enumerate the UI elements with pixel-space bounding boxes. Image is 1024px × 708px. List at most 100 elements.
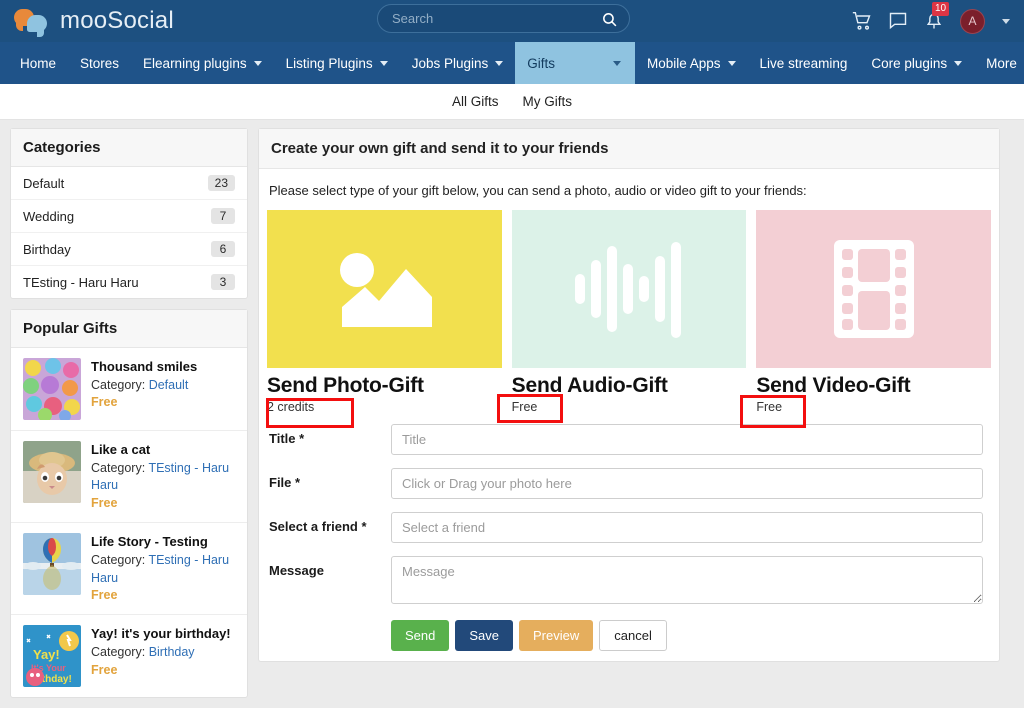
nav-item-gifts[interactable]: Gifts <box>515 42 635 84</box>
cat-photo-thumbnail <box>23 441 81 503</box>
file-label: File * <box>269 468 391 490</box>
nav-item-core-plugins[interactable]: Core plugins <box>859 42 974 84</box>
category-prefix: Category: <box>91 461 145 475</box>
message-field[interactable] <box>391 556 983 604</box>
chevron-down-icon <box>380 61 388 66</box>
nav-label: More <box>986 56 1017 71</box>
category-prefix: Category: <box>91 378 145 392</box>
gift-type-price: Free <box>512 400 747 414</box>
title-field[interactable] <box>391 424 983 455</box>
gift-title: Thousand smiles <box>91 359 197 374</box>
category-item-birthday[interactable]: Birthday 6 <box>11 233 247 266</box>
categories-title: Categories <box>11 129 247 167</box>
nav-item-elearning-plugins[interactable]: Elearning plugins <box>131 42 274 84</box>
gift-price: Free <box>91 395 117 409</box>
category-item-wedding[interactable]: Wedding 7 <box>11 200 247 233</box>
gift-price: Free <box>91 588 117 602</box>
file-field[interactable] <box>391 468 983 499</box>
popular-gifts-title: Popular Gifts <box>11 310 247 348</box>
brand-name: mooSocial <box>60 7 174 35</box>
gift-type-price: Free <box>756 400 991 414</box>
avatar[interactable]: A <box>960 9 985 34</box>
gift-type-list: Send Photo-Gift 2 credits <box>267 210 991 418</box>
gift-type-photo[interactable]: Send Photo-Gift 2 credits <box>267 210 502 414</box>
gift-type-video[interactable]: Send Video-Gift Free <box>756 210 991 414</box>
gift-type-price: 2 credits <box>267 400 502 414</box>
top-actions: 10 A <box>852 9 1010 34</box>
gift-category-link[interactable]: Birthday <box>149 645 195 659</box>
tab-my-gifts[interactable]: My Gifts <box>523 94 573 109</box>
nav-item-stores[interactable]: Stores <box>68 42 131 84</box>
gift-type-audio[interactable]: Send Audio-Gift Free <box>512 210 747 414</box>
friend-field[interactable] <box>391 512 983 543</box>
search-icon[interactable] <box>601 11 617 27</box>
nav-item-jobs-plugins[interactable]: Jobs Plugins <box>400 42 516 84</box>
category-label: Default <box>23 176 64 191</box>
category-item-testing-haru-haru[interactable]: TEsting - Haru Haru 3 <box>11 266 247 298</box>
top-bar: mooSocial 10 A <box>0 0 1024 42</box>
gift-type-title: Send Photo-Gift <box>267 374 502 398</box>
gift-price: Free <box>91 496 117 510</box>
gift-title: Life Story - Testing <box>91 534 208 549</box>
message-label: Message <box>269 556 391 578</box>
nav-label: Home <box>20 56 56 71</box>
form-row-file: File * <box>269 468 983 499</box>
search-input[interactable] <box>390 10 601 27</box>
notification-badge: 10 <box>932 2 949 16</box>
brand[interactable]: mooSocial <box>14 7 174 35</box>
category-prefix: Category: <box>91 553 145 567</box>
page-title: Create your own gift and send it to your… <box>259 129 999 169</box>
buttons-photo-thumbnail <box>23 358 81 420</box>
list-item[interactable]: Like a cat Category: TEsting - Haru Haru… <box>11 431 247 523</box>
nav-item-home[interactable]: Home <box>8 42 68 84</box>
list-item[interactable]: Yay! It's Your birthday! Yay! it's your … <box>11 615 247 697</box>
nav-label: Listing Plugins <box>286 56 373 71</box>
intro-text: Please select type of your gift below, y… <box>267 183 991 210</box>
category-item-default[interactable]: Default 23 <box>11 167 247 200</box>
sidebar: Categories Default 23 Wedding 7 Birthday… <box>10 128 248 708</box>
svg-text:Yay!: Yay! <box>33 647 60 662</box>
cart-icon[interactable] <box>852 11 872 31</box>
gift-category: Category: TEsting - Haru Haru <box>91 461 229 493</box>
nav-label: Mobile Apps <box>647 56 721 71</box>
gift-type-title: Send Audio-Gift <box>512 374 747 398</box>
tab-all-gifts[interactable]: All Gifts <box>452 94 499 109</box>
film-strip-icon <box>756 210 991 368</box>
nav-label: Live streaming <box>760 56 848 71</box>
messages-icon[interactable] <box>888 11 908 31</box>
categories-card: Categories Default 23 Wedding 7 Birthday… <box>10 128 248 299</box>
form-row-friend: Select a friend * <box>269 512 983 543</box>
nav-label: Core plugins <box>871 56 947 71</box>
category-count: 3 <box>211 274 235 290</box>
audio-waveform-icon <box>512 210 747 368</box>
nav-item-listing-plugins[interactable]: Listing Plugins <box>274 42 400 84</box>
nav-item-mobile-apps[interactable]: Mobile Apps <box>635 42 748 84</box>
nav-label: Stores <box>80 56 119 71</box>
list-item[interactable]: Thousand smiles Category: Default Free <box>11 348 247 431</box>
chevron-down-icon <box>954 61 962 66</box>
nav-item-live-streaming[interactable]: Live streaming <box>748 42 860 84</box>
gift-title: Like a cat <box>91 442 150 457</box>
gifts-subnav: All Gifts My Gifts <box>0 84 1024 120</box>
notifications-icon[interactable]: 10 <box>924 11 944 31</box>
main-panel: Create your own gift and send it to your… <box>258 128 1000 662</box>
nav-label: Elearning plugins <box>143 56 247 71</box>
chevron-down-icon <box>728 61 736 66</box>
nav-label: Jobs Plugins <box>412 56 489 71</box>
category-count: 7 <box>211 208 235 224</box>
balloon-photo-thumbnail <box>23 533 81 595</box>
popular-gifts-card: Popular Gifts Thousand smiles Ca <box>10 309 248 698</box>
gift-type-title: Send Video-Gift <box>756 374 991 398</box>
gift-category: Category: Birthday <box>91 645 195 659</box>
chat-bubbles-logo <box>14 7 50 35</box>
category-count: 6 <box>211 241 235 257</box>
chevron-down-icon <box>495 61 503 66</box>
gift-category-link[interactable]: Default <box>149 378 189 392</box>
title-label: Title * <box>269 424 391 446</box>
search-box[interactable] <box>377 4 630 33</box>
gift-category: Category: Default <box>91 378 188 392</box>
chevron-down-icon[interactable] <box>1002 19 1010 24</box>
chevron-down-icon <box>254 61 262 66</box>
list-item[interactable]: Life Story - Testing Category: TEsting -… <box>11 523 247 615</box>
nav-item-more[interactable]: More <box>974 42 1024 84</box>
